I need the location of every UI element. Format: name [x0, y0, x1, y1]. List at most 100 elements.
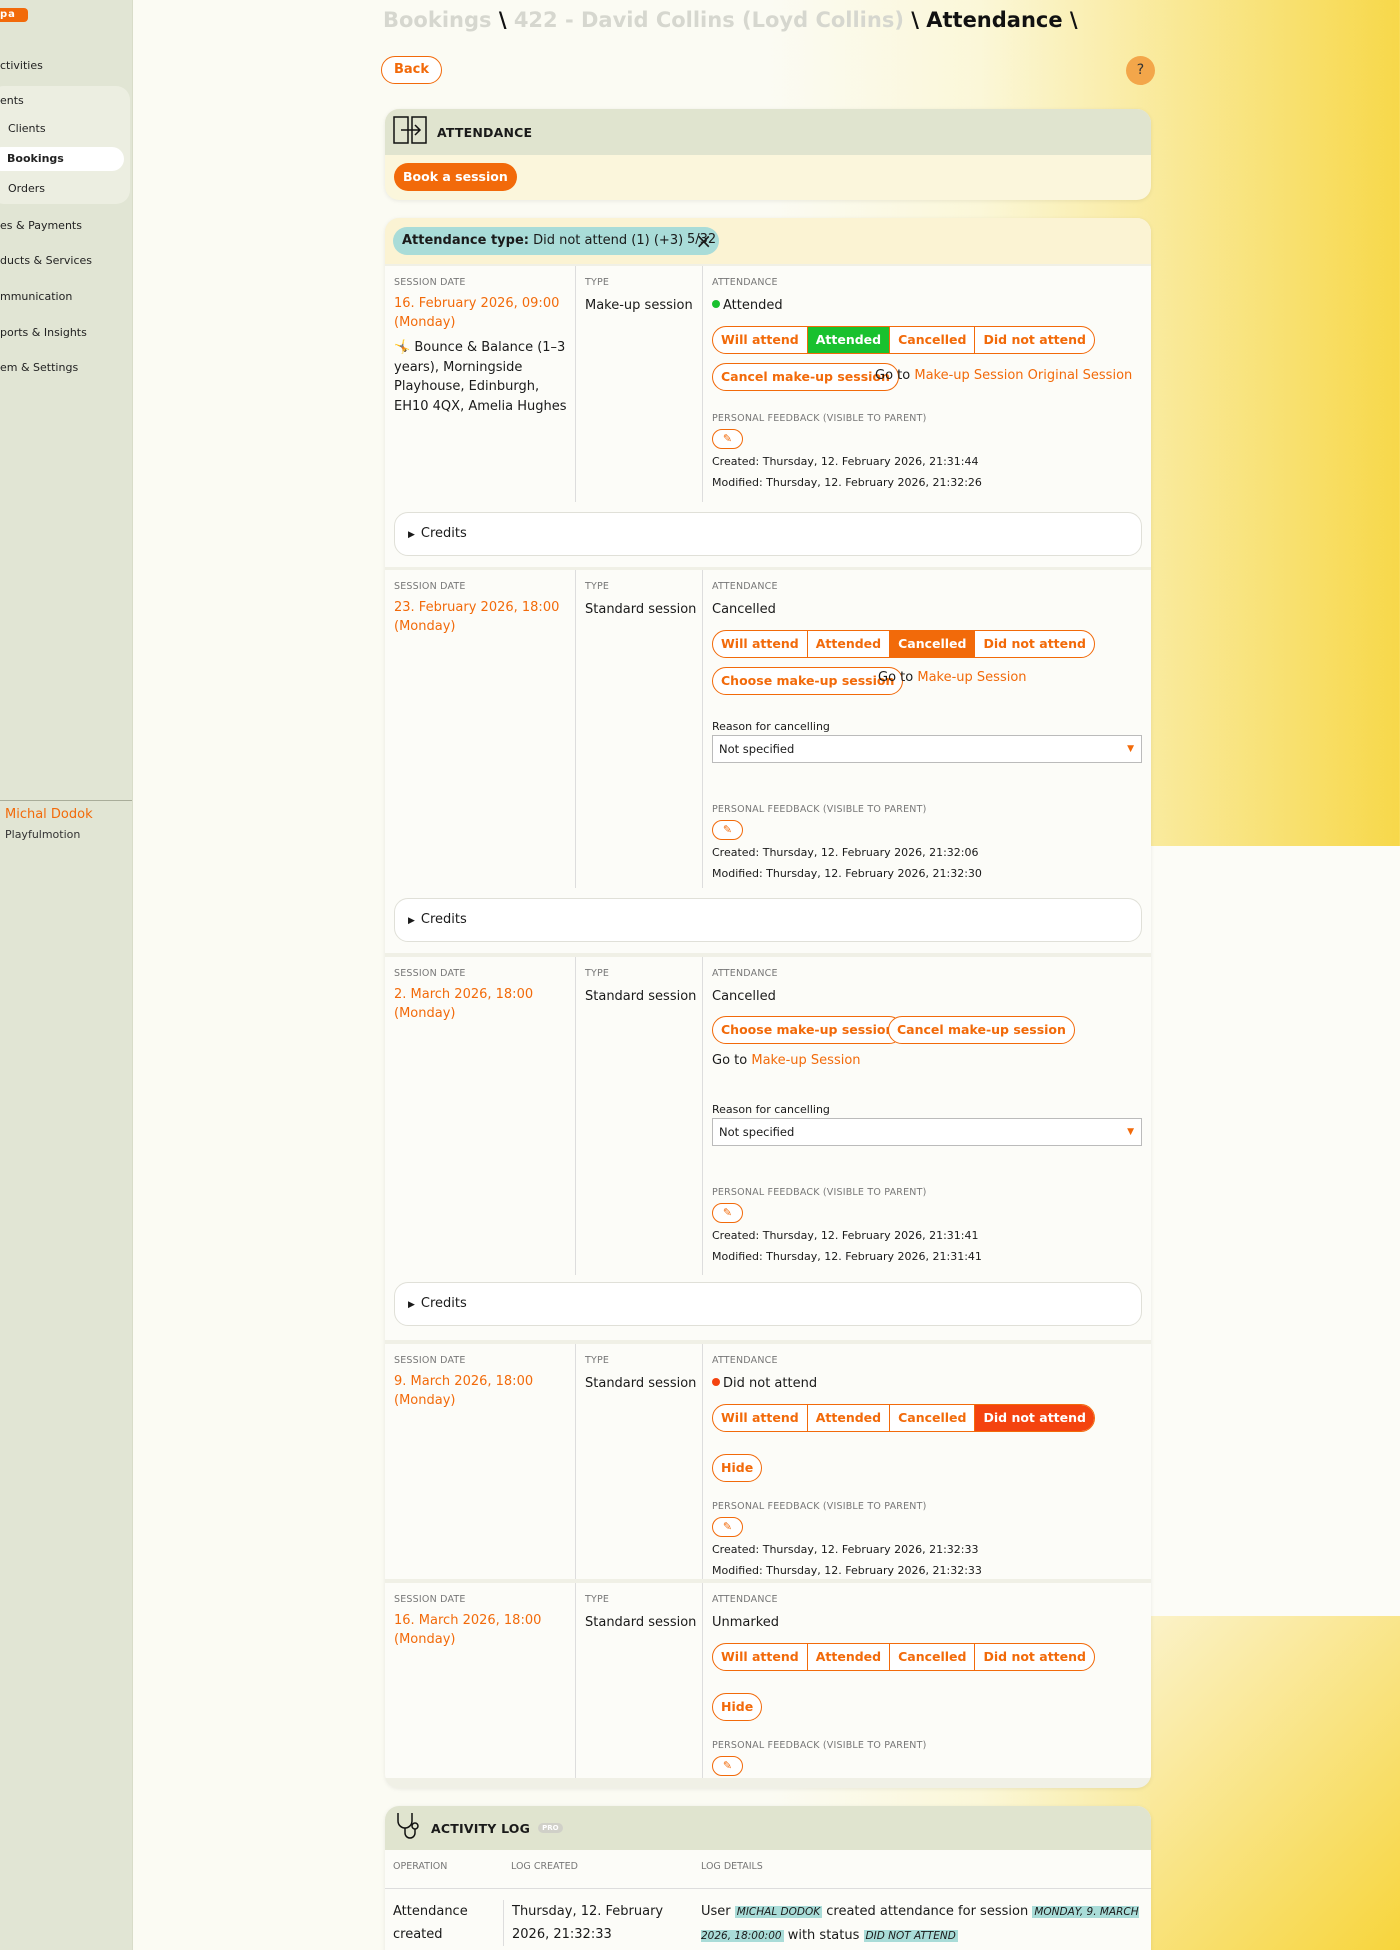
user-name[interactable]: Michal Dodok	[5, 807, 93, 822]
session-date[interactable]: 16. February 2026, 09:00 (Monday)	[394, 294, 564, 332]
attendance-status: Cancelled	[712, 989, 776, 1004]
log-text: User	[701, 1904, 731, 1919]
sidebar-item-clients-group[interactable]: ents	[0, 94, 24, 107]
session-date[interactable]: 9. March 2026, 18:00 (Monday)	[394, 1372, 564, 1410]
reason-select[interactable]: Not specified ▼	[712, 1118, 1142, 1146]
sidebar-item-orders[interactable]: Orders	[8, 182, 45, 195]
sidebar: pa ctivities ents Clients Bookings Order…	[0, 0, 133, 1950]
reason-label: Reason for cancelling	[712, 720, 830, 733]
attendance-status: Did not attend	[712, 1376, 817, 1391]
will-attend-button[interactable]: Will attend	[713, 631, 808, 657]
will-attend-button[interactable]: Will attend	[713, 327, 808, 353]
attendance-cell: ATTENDANCE Did not attend Will attend At…	[703, 1344, 1151, 1579]
cancelled-button[interactable]: Cancelled	[890, 1644, 976, 1670]
logo[interactable]: pa	[0, 8, 28, 22]
cancel-makeup-button[interactable]: Cancel make-up session	[888, 1016, 1075, 1044]
will-attend-button[interactable]: Will attend	[713, 1405, 808, 1431]
org-name: Playfulmotion	[5, 828, 81, 841]
sidebar-item-settings[interactable]: em & Settings	[0, 361, 78, 374]
cancelled-button[interactable]: Cancelled	[890, 631, 976, 657]
edit-feedback-button[interactable]: ✎	[712, 429, 743, 449]
log-status: DID NOT ATTEND	[863, 1930, 958, 1942]
did-not-attend-button[interactable]: Did not attend	[975, 631, 1093, 657]
attendance-cell: ATTENDANCE Unmarked Will attend Attended…	[703, 1583, 1151, 1778]
log-operation: Attendance created	[393, 1904, 468, 1942]
attended-button[interactable]: Attended	[808, 631, 891, 657]
background-panel	[1150, 846, 1400, 1616]
feedback-label: PERSONAL FEEDBACK (VISIBLE TO PARENT)	[712, 804, 927, 815]
created-text: Created: Thursday, 12. February 2026, 21…	[712, 1543, 979, 1556]
makeup-link[interactable]: Make-up Session Original Session	[914, 368, 1132, 383]
reason-label: Reason for cancelling	[712, 1103, 830, 1116]
filter-value: Did not attend (1) (+3)	[533, 233, 684, 248]
credits-toggle[interactable]: ▶ Credits	[394, 512, 1142, 556]
sidebar-item-products[interactable]: ducts & Services	[0, 254, 92, 267]
pencil-icon: ✎	[722, 1759, 733, 1772]
session-detail: 🤸 Bounce & Balance (1–3 years), Mornings…	[394, 340, 567, 414]
sidebar-item-communication[interactable]: mmunication	[0, 290, 72, 303]
hide-button[interactable]: Hide	[712, 1454, 763, 1482]
filter-label: Attendance type:	[402, 233, 529, 248]
credits-toggle[interactable]: ▶ Credits	[394, 1282, 1142, 1326]
choose-makeup-button[interactable]: Choose make-up session	[712, 1016, 904, 1044]
did-not-attend-button[interactable]: Did not attend	[975, 327, 1093, 353]
credits-label: Credits	[420, 526, 467, 541]
type-cell: TYPE Standard session	[576, 957, 703, 1275]
breadcrumb-booking[interactable]: 422 - David Collins (Loyd Collins)	[514, 8, 904, 32]
will-attend-button[interactable]: Will attend	[713, 1644, 808, 1670]
attended-button[interactable]: Attended	[808, 1644, 891, 1670]
column-label: TYPE	[585, 581, 610, 592]
edit-feedback-button[interactable]: ✎	[712, 1203, 743, 1223]
created-text: Created: Thursday, 12. February 2026, 21…	[712, 1229, 979, 1242]
back-button[interactable]: Back	[381, 56, 443, 84]
sidebar-item-clients[interactable]: Clients	[8, 122, 46, 135]
attended-button[interactable]: Attended	[808, 1405, 891, 1431]
edit-feedback-button[interactable]: ✎	[712, 1756, 743, 1776]
log-details: User MICHAL DODOK created attendance for…	[701, 1900, 1141, 1948]
sidebar-item-reports[interactable]: ports & Insights	[0, 326, 87, 339]
session-date[interactable]: 23. February 2026, 18:00 (Monday)	[394, 598, 564, 636]
result-count: 5/32	[687, 232, 717, 247]
feedback-label: PERSONAL FEEDBACK (VISIBLE TO PARENT)	[712, 1187, 927, 1198]
reason-value: Not specified	[719, 1125, 795, 1139]
session-type: Standard session	[585, 1376, 697, 1391]
goto-link: Go to Make-up Session Original Session	[875, 368, 1132, 383]
breadcrumb-separator: \	[1069, 8, 1078, 32]
did-not-attend-button[interactable]: Did not attend	[975, 1405, 1094, 1431]
sidebar-item-activities[interactable]: ctivities	[0, 59, 43, 72]
modified-text: Modified: Thursday, 12. February 2026, 2…	[712, 476, 982, 489]
status-dot	[712, 300, 720, 308]
stethoscope-icon	[393, 1811, 421, 1845]
credits-label: Credits	[420, 1296, 467, 1311]
table-row: Attendance created Thursday, 12. Februar…	[385, 1888, 1151, 1948]
attended-button[interactable]: Attended	[807, 327, 891, 353]
session-date[interactable]: 2. March 2026, 18:00 (Monday)	[394, 985, 564, 1023]
credits-toggle[interactable]: ▶ Credits	[394, 898, 1142, 942]
column-label: TYPE	[585, 1355, 610, 1366]
edit-feedback-button[interactable]: ✎	[712, 820, 743, 840]
book-session-button[interactable]: Book a session	[394, 163, 517, 191]
attendance-cell: ATTENDANCE Cancelled Will attend Attende…	[703, 570, 1151, 888]
help-button[interactable]: ?	[1126, 56, 1155, 85]
did-not-attend-button[interactable]: Did not attend	[975, 1644, 1093, 1670]
hide-button[interactable]: Hide	[712, 1693, 763, 1721]
cancelled-button[interactable]: Cancelled	[890, 1405, 976, 1431]
makeup-link[interactable]: Make-up Session	[751, 1053, 860, 1068]
reason-select[interactable]: Not specified ▼	[712, 735, 1142, 763]
cancelled-button[interactable]: Cancelled	[890, 327, 976, 353]
choose-makeup-button[interactable]: Choose make-up session	[712, 667, 904, 695]
pencil-icon: ✎	[722, 823, 733, 836]
pencil-icon: ✎	[722, 1520, 733, 1533]
edit-feedback-button[interactable]: ✎	[712, 1517, 743, 1537]
sidebar-item-bookings[interactable]: Bookings	[0, 147, 124, 171]
session-date[interactable]: 16. March 2026, 18:00 (Monday)	[394, 1611, 564, 1649]
attendance-toggle: Will attend Attended Cancelled Did not a…	[712, 326, 1095, 354]
makeup-link[interactable]: Make-up Session	[917, 670, 1026, 685]
attendance-type-filter[interactable]: Attendance type: Did not attend (1) (+3)…	[393, 227, 720, 255]
sidebar-item-payments[interactable]: es & Payments	[0, 219, 82, 232]
column-label: ATTENDANCE	[712, 1594, 778, 1605]
credits-label: Credits	[420, 912, 467, 927]
caret-down-icon: ▼	[1127, 1127, 1134, 1137]
breadcrumb-bookings[interactable]: Bookings	[383, 8, 492, 32]
cancel-makeup-button[interactable]: Cancel make-up session	[712, 363, 899, 391]
